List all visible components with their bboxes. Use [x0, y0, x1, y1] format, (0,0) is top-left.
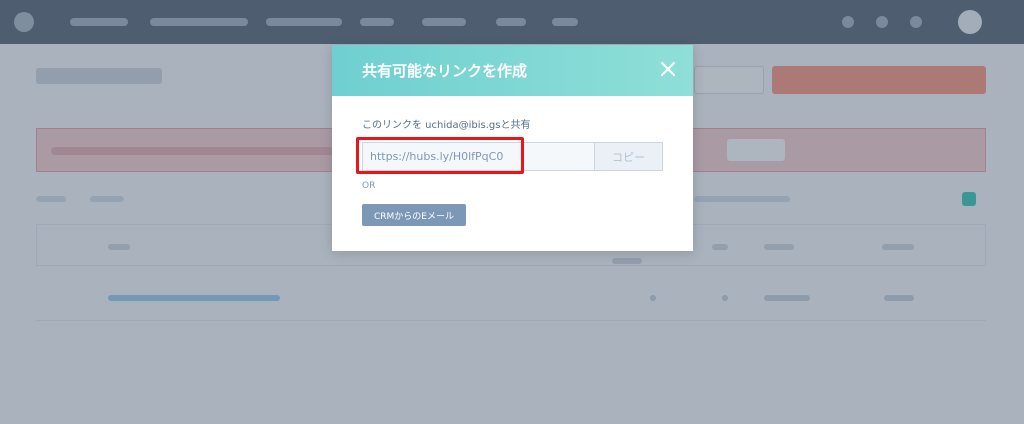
modal-header: 共有可能なリンクを作成 [332, 45, 693, 96]
copy-button[interactable]: コピー [594, 142, 663, 171]
crm-email-button[interactable]: CRMからのEメール [362, 204, 466, 226]
shareable-link-input[interactable] [362, 142, 594, 171]
modal-title: 共有可能なリンクを作成 [362, 62, 528, 80]
or-separator: OR [362, 181, 376, 191]
close-icon[interactable] [660, 61, 676, 77]
share-link-modal: 共有可能なリンクを作成 このリンクを uchida@ibis.gsと共有 コピー… [332, 45, 693, 251]
share-with-label: このリンクを uchida@ibis.gsと共有 [362, 120, 531, 131]
